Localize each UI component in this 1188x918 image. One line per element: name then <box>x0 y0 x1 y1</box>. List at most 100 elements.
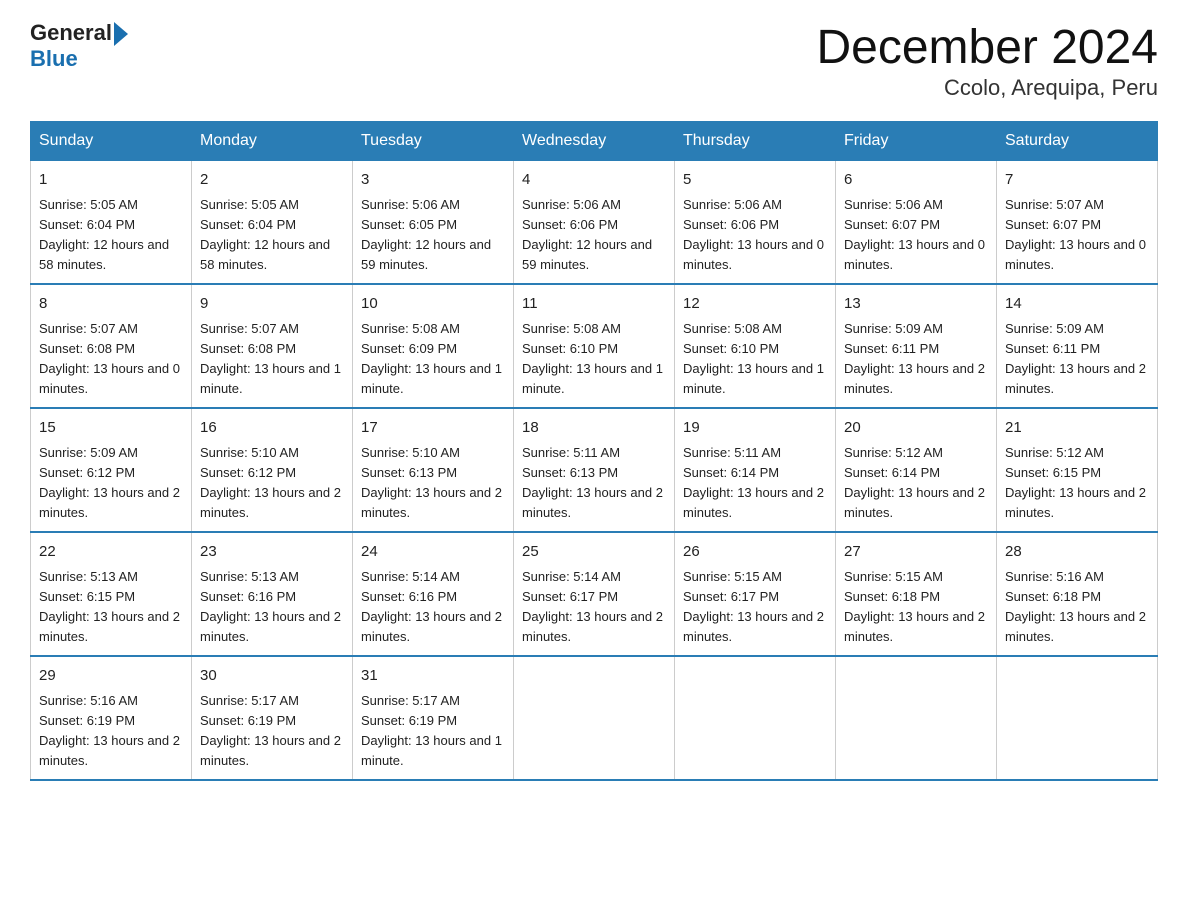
day-number: 2 <box>200 169 344 192</box>
day-number: 15 <box>39 417 183 440</box>
calendar-cell <box>997 656 1158 780</box>
calendar-cell: 2 Sunrise: 5:05 AMSunset: 6:04 PMDaylight… <box>192 161 353 285</box>
day-number: 28 <box>1005 541 1149 564</box>
day-info: Sunrise: 5:10 AMSunset: 6:13 PMDaylight:… <box>361 445 502 520</box>
calendar-week-1: 1 Sunrise: 5:05 AMSunset: 6:04 PMDaylight… <box>31 161 1158 285</box>
day-info: Sunrise: 5:06 AMSunset: 6:05 PMDaylight:… <box>361 197 491 272</box>
calendar-week-4: 22 Sunrise: 5:13 AMSunset: 6:15 PMDayligh… <box>31 532 1158 656</box>
day-info: Sunrise: 5:09 AMSunset: 6:12 PMDaylight:… <box>39 445 180 520</box>
calendar-cell: 4 Sunrise: 5:06 AMSunset: 6:06 PMDaylight… <box>514 161 675 285</box>
day-info: Sunrise: 5:13 AMSunset: 6:16 PMDaylight:… <box>200 569 341 644</box>
header-row: Sunday Monday Tuesday Wednesday Thursday… <box>31 122 1158 161</box>
day-number: 13 <box>844 293 988 316</box>
calendar-cell: 10Sunrise: 5:08 AMSunset: 6:09 PMDayligh… <box>353 284 514 408</box>
calendar-cell: 26Sunrise: 5:15 AMSunset: 6:17 PMDayligh… <box>675 532 836 656</box>
col-monday: Monday <box>192 122 353 161</box>
day-number: 14 <box>1005 293 1149 316</box>
day-number: 20 <box>844 417 988 440</box>
col-sunday: Sunday <box>31 122 192 161</box>
day-info: Sunrise: 5:06 AMSunset: 6:06 PMDaylight:… <box>683 197 824 272</box>
calendar-cell <box>675 656 836 780</box>
calendar-cell: 7 Sunrise: 5:07 AMSunset: 6:07 PMDaylight… <box>997 161 1158 285</box>
day-number: 8 <box>39 293 183 316</box>
logo-container: General Blue <box>30 20 128 72</box>
day-number: 16 <box>200 417 344 440</box>
calendar-cell: 27 Sunrise: 5:15 AMSunset: 6:18 PMDayligh… <box>836 532 997 656</box>
calendar-cell: 21Sunrise: 5:12 AMSunset: 6:15 PMDayligh… <box>997 408 1158 532</box>
day-number: 31 <box>361 665 505 688</box>
col-tuesday: Tuesday <box>353 122 514 161</box>
page-header: General Blue December 2024 Ccolo, Arequi… <box>30 20 1158 101</box>
day-info: Sunrise: 5:11 AMSunset: 6:13 PMDaylight:… <box>522 445 663 520</box>
calendar-cell: 22 Sunrise: 5:13 AMSunset: 6:15 PMDayligh… <box>31 532 192 656</box>
calendar-cell: 30 Sunrise: 5:17 AMSunset: 6:19 PMDayligh… <box>192 656 353 780</box>
calendar-cell: 11Sunrise: 5:08 AMSunset: 6:10 PMDayligh… <box>514 284 675 408</box>
day-number: 22 <box>39 541 183 564</box>
day-number: 4 <box>522 169 666 192</box>
calendar-cell: 3 Sunrise: 5:06 AMSunset: 6:05 PMDaylight… <box>353 161 514 285</box>
day-number: 23 <box>200 541 344 564</box>
day-number: 18 <box>522 417 666 440</box>
day-info: Sunrise: 5:12 AMSunset: 6:15 PMDaylight:… <box>1005 445 1146 520</box>
day-number: 24 <box>361 541 505 564</box>
day-number: 27 <box>844 541 988 564</box>
day-number: 6 <box>844 169 988 192</box>
logo-general-text: General <box>30 20 112 46</box>
calendar-cell: 8 Sunrise: 5:07 AMSunset: 6:08 PMDaylight… <box>31 284 192 408</box>
day-info: Sunrise: 5:16 AMSunset: 6:19 PMDaylight:… <box>39 693 180 768</box>
day-number: 26 <box>683 541 827 564</box>
day-number: 3 <box>361 169 505 192</box>
day-info: Sunrise: 5:07 AMSunset: 6:07 PMDaylight:… <box>1005 197 1146 272</box>
day-number: 1 <box>39 169 183 192</box>
day-number: 11 <box>522 293 666 316</box>
day-info: Sunrise: 5:05 AMSunset: 6:04 PMDaylight:… <box>39 197 169 272</box>
page-title: December 2024 <box>816 20 1158 75</box>
calendar-cell: 28 Sunrise: 5:16 AMSunset: 6:18 PMDayligh… <box>997 532 1158 656</box>
calendar-week-5: 29 Sunrise: 5:16 AMSunset: 6:19 PMDayligh… <box>31 656 1158 780</box>
logo-blue-text: Blue <box>30 46 78 72</box>
day-info: Sunrise: 5:11 AMSunset: 6:14 PMDaylight:… <box>683 445 824 520</box>
calendar-cell: 18 Sunrise: 5:11 AMSunset: 6:13 PMDayligh… <box>514 408 675 532</box>
day-number: 19 <box>683 417 827 440</box>
day-info: Sunrise: 5:13 AMSunset: 6:15 PMDaylight:… <box>39 569 180 644</box>
calendar-cell: 6 Sunrise: 5:06 AMSunset: 6:07 PMDaylight… <box>836 161 997 285</box>
calendar-cell: 31Sunrise: 5:17 AMSunset: 6:19 PMDayligh… <box>353 656 514 780</box>
calendar-week-2: 8 Sunrise: 5:07 AMSunset: 6:08 PMDaylight… <box>31 284 1158 408</box>
day-info: Sunrise: 5:16 AMSunset: 6:18 PMDaylight:… <box>1005 569 1146 644</box>
calendar-cell: 24 Sunrise: 5:14 AMSunset: 6:16 PMDayligh… <box>353 532 514 656</box>
calendar-cell: 29 Sunrise: 5:16 AMSunset: 6:19 PMDayligh… <box>31 656 192 780</box>
day-info: Sunrise: 5:09 AMSunset: 6:11 PMDaylight:… <box>844 321 985 396</box>
calendar-cell: 16 Sunrise: 5:10 AMSunset: 6:12 PMDayligh… <box>192 408 353 532</box>
calendar-cell: 25Sunrise: 5:14 AMSunset: 6:17 PMDayligh… <box>514 532 675 656</box>
calendar-header: Sunday Monday Tuesday Wednesday Thursday… <box>31 122 1158 161</box>
day-info: Sunrise: 5:06 AMSunset: 6:06 PMDaylight:… <box>522 197 652 272</box>
day-info: Sunrise: 5:07 AMSunset: 6:08 PMDaylight:… <box>200 321 341 396</box>
day-info: Sunrise: 5:15 AMSunset: 6:18 PMDaylight:… <box>844 569 985 644</box>
calendar-cell: 1 Sunrise: 5:05 AMSunset: 6:04 PMDaylight… <box>31 161 192 285</box>
day-number: 5 <box>683 169 827 192</box>
day-info: Sunrise: 5:07 AMSunset: 6:08 PMDaylight:… <box>39 321 180 396</box>
calendar-table: Sunday Monday Tuesday Wednesday Thursday… <box>30 121 1158 781</box>
day-number: 30 <box>200 665 344 688</box>
day-info: Sunrise: 5:05 AMSunset: 6:04 PMDaylight:… <box>200 197 330 272</box>
day-number: 10 <box>361 293 505 316</box>
day-info: Sunrise: 5:14 AMSunset: 6:16 PMDaylight:… <box>361 569 502 644</box>
day-info: Sunrise: 5:10 AMSunset: 6:12 PMDaylight:… <box>200 445 341 520</box>
calendar-cell: 19 Sunrise: 5:11 AMSunset: 6:14 PMDayligh… <box>675 408 836 532</box>
day-info: Sunrise: 5:17 AMSunset: 6:19 PMDaylight:… <box>200 693 341 768</box>
day-number: 7 <box>1005 169 1149 192</box>
calendar-cell: 20 Sunrise: 5:12 AMSunset: 6:14 PMDayligh… <box>836 408 997 532</box>
day-number: 9 <box>200 293 344 316</box>
day-info: Sunrise: 5:12 AMSunset: 6:14 PMDaylight:… <box>844 445 985 520</box>
day-number: 29 <box>39 665 183 688</box>
day-number: 12 <box>683 293 827 316</box>
page-subtitle: Ccolo, Arequipa, Peru <box>816 75 1158 101</box>
logo-arrow-icon <box>114 22 128 46</box>
col-friday: Friday <box>836 122 997 161</box>
day-number: 25 <box>522 541 666 564</box>
logo: General Blue <box>30 20 128 72</box>
col-wednesday: Wednesday <box>514 122 675 161</box>
calendar-cell <box>836 656 997 780</box>
day-info: Sunrise: 5:06 AMSunset: 6:07 PMDaylight:… <box>844 197 985 272</box>
day-info: Sunrise: 5:09 AMSunset: 6:11 PMDaylight:… <box>1005 321 1146 396</box>
